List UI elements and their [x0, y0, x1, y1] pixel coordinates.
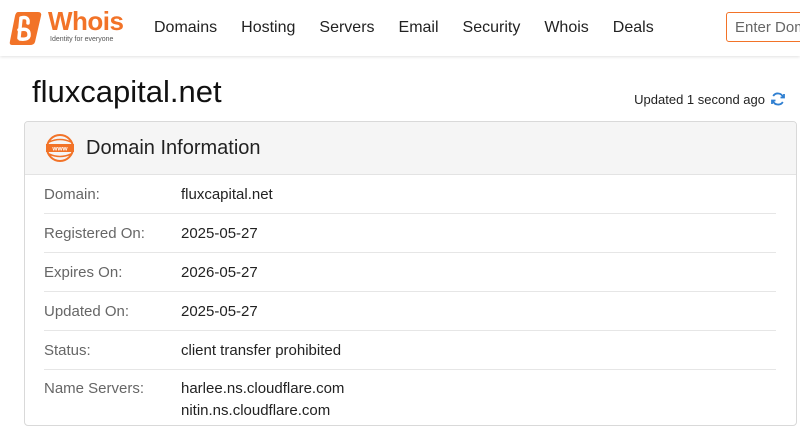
row-label: Registered On:: [44, 224, 145, 242]
row-label: Expires On:: [44, 263, 123, 281]
top-navbar: Whois Identity for everyone Domains Host…: [0, 0, 800, 56]
svg-text:www: www: [51, 146, 68, 153]
domain-information-card: www Domain Information Domain: fluxcapit…: [24, 121, 797, 426]
whois-logo[interactable]: Whois Identity for everyone: [8, 6, 128, 48]
name-server-list: harlee.ns.cloudflare.com nitin.ns.cloudf…: [181, 378, 344, 422]
row-value: client transfer prohibited: [181, 341, 342, 359]
logo-tagline: Identity for everyone: [50, 36, 114, 43]
nav-item-whois[interactable]: Whois: [544, 19, 588, 37]
info-row-updated-on: Updated On: 2025-05-27: [44, 292, 776, 331]
name-server-item: harlee.ns.cloudflare.com: [181, 380, 345, 397]
update-status: Updated 1 second ago: [634, 91, 786, 107]
info-row-name-servers: Name Servers: harlee.ns.cloudflare.com n…: [44, 370, 776, 422]
info-row-domain: Domain: fluxcapital.net: [44, 175, 776, 214]
info-table: Domain: fluxcapital.net Registered On: 2…: [25, 175, 796, 422]
whois-logo-icon: [9, 12, 42, 45]
nav-item-security[interactable]: Security: [463, 19, 521, 37]
row-value: 2025-05-27: [181, 224, 258, 242]
row-label: Updated On:: [44, 302, 130, 320]
name-server-item: nitin.ns.cloudflare.com: [181, 402, 331, 419]
main-nav: Domains Hosting Servers Email Security W…: [154, 0, 678, 56]
row-label: Domain:: [44, 185, 100, 203]
row-label: Status:: [44, 341, 91, 359]
domain-search-input[interactable]: [726, 12, 800, 42]
row-value: 2025-05-27: [181, 302, 258, 320]
row-value: 2026-05-27: [181, 263, 258, 281]
updated-text: Updated 1 second ago: [634, 91, 765, 107]
nav-item-domains[interactable]: Domains: [154, 19, 217, 37]
card-header: www Domain Information: [25, 122, 796, 175]
row-label: Name Servers:: [44, 380, 145, 397]
info-row-expires-on: Expires On: 2026-05-27: [44, 253, 776, 292]
logo-wordmark: Whois: [48, 6, 124, 36]
nav-item-hosting[interactable]: Hosting: [241, 19, 295, 37]
info-row-registered-on: Registered On: 2025-05-27: [44, 214, 776, 253]
refresh-icon[interactable]: [770, 91, 786, 107]
card-title: Domain Information: [86, 136, 261, 159]
nav-item-email[interactable]: Email: [399, 19, 439, 37]
row-value: fluxcapital.net: [181, 185, 273, 203]
nav-item-servers[interactable]: Servers: [319, 19, 374, 37]
page-title: fluxcapital.net: [32, 74, 222, 109]
nav-item-deals[interactable]: Deals: [613, 19, 654, 37]
info-row-status: Status: client transfer prohibited: [44, 331, 776, 370]
www-globe-icon: www: [46, 134, 74, 162]
